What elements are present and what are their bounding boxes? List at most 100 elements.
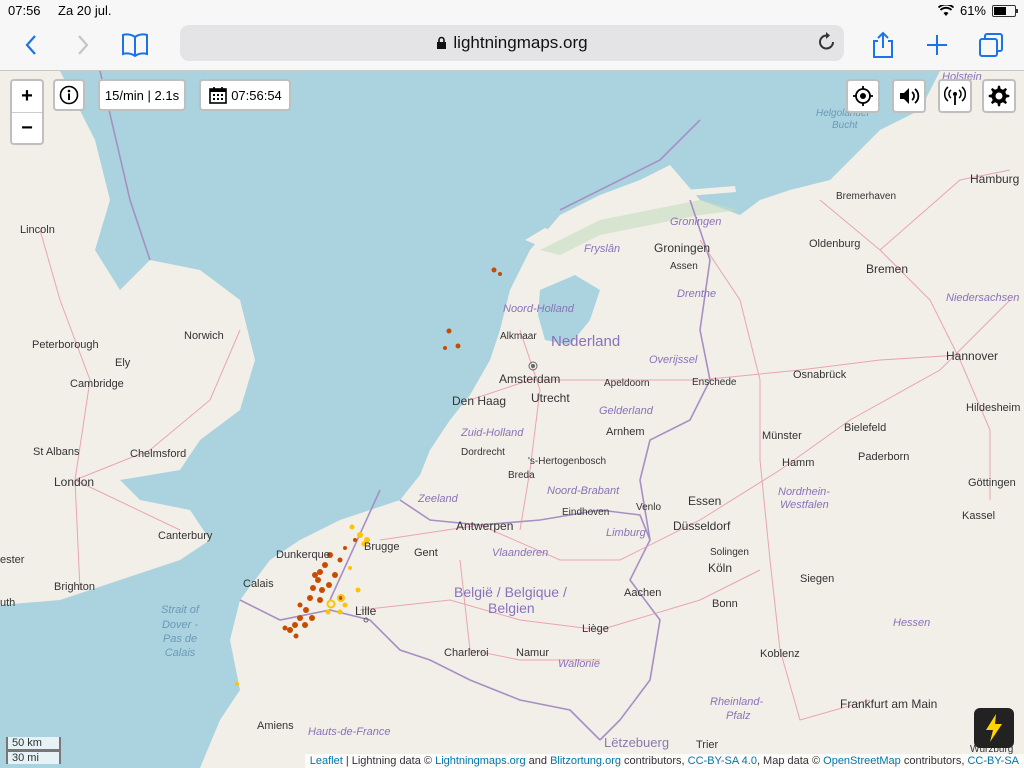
map-canvas[interactable]: Lincoln Peterborough Norwich Ely Cambrid… [0, 71, 1024, 768]
label-belgie-2: Belgien [488, 600, 535, 616]
label-oldenburg: Oldenburg [809, 238, 860, 250]
reload-icon [819, 32, 834, 50]
address-bar[interactable]: lightningmaps.org [180, 25, 844, 61]
zoom-control: + − [10, 79, 44, 145]
label-fryslan: Fryslân [584, 243, 620, 255]
blitzortung-link[interactable]: Blitzortung.org [550, 755, 621, 767]
label-antwerpen: Antwerpen [456, 519, 513, 533]
label-limburg: Limburg [606, 527, 647, 539]
label-noord-holland: Noord-Holland [503, 303, 575, 315]
label-belgie-1: België / Belgique / [454, 584, 567, 600]
stations-button[interactable] [938, 79, 972, 113]
label-nederland: Nederland [551, 333, 620, 350]
share-button[interactable] [866, 28, 900, 62]
label-aachen: Aachen [624, 587, 661, 599]
label-apeldoorn: Apeldoorn [604, 378, 650, 389]
label-zeeland: Zeeland [417, 493, 459, 505]
scale-km: 50 km [6, 737, 61, 751]
label-kassel: Kassel [962, 510, 995, 522]
label-alkmaar: Alkmaar [500, 331, 537, 342]
lightningmaps-logo[interactable] [974, 708, 1014, 748]
label-nrw-2: Westfalen [780, 499, 829, 511]
info-button[interactable] [53, 79, 85, 111]
lightning-bolt-icon [986, 714, 1002, 742]
antenna-icon [944, 86, 966, 105]
map-view[interactable]: Lincoln Peterborough Norwich Ely Cambrid… [0, 71, 1024, 768]
status-date: Za 20 jul. [58, 3, 112, 18]
chevron-right-icon [78, 35, 89, 55]
attribution-text-1: | Lightning data © [342, 755, 436, 767]
label-hessen: Hessen [893, 617, 930, 629]
label-dordrecht: Dordrecht [461, 447, 505, 458]
locate-button[interactable] [846, 79, 880, 113]
label-dunkerque: Dunkerque [276, 549, 330, 561]
cc-by-sa-4-link[interactable]: CC-BY-SA 4.0 [688, 755, 757, 767]
lightningmaps-link[interactable]: Lightningmaps.org [435, 755, 526, 767]
reload-button[interactable] [818, 31, 836, 57]
label-siegen: Siegen [800, 573, 834, 585]
label-lille: Lille [355, 604, 377, 618]
label-assen: Assen [670, 261, 698, 272]
label-hertogenbosch: 's-Hertogenbosch [528, 456, 606, 467]
gear-icon [988, 85, 1010, 107]
label-hamm: Hamm [782, 457, 814, 469]
leaflet-link[interactable]: Leaflet [310, 755, 343, 767]
attribution-text-3: contributors, [621, 755, 688, 767]
zoom-out-button[interactable]: − [12, 113, 42, 144]
zoom-in-button[interactable]: + [12, 81, 42, 113]
label-zuid-holland: Zuid-Holland [460, 427, 524, 439]
label-strait-1: Strait of [161, 604, 200, 616]
label-bremen: Bremen [866, 262, 908, 276]
scale-bar: 50 km 30 mi [6, 737, 61, 764]
label-strait-2: Dover - [162, 619, 198, 631]
rate-text: 15/min | 2.1s [104, 87, 180, 103]
label-solingen: Solingen [710, 547, 749, 558]
label-niedersachsen: Niedersachsen [946, 292, 1019, 304]
wifi-icon [937, 4, 954, 16]
sound-button[interactable] [892, 79, 926, 113]
info-icon [59, 85, 79, 105]
label-ely: Ely [115, 357, 131, 369]
label-namur: Namur [516, 647, 549, 659]
label-gelderland: Gelderland [599, 405, 654, 417]
rate-display[interactable]: 15/min | 2.1s [98, 79, 186, 111]
label-overijssel: Overijssel [649, 354, 698, 366]
label-noord-brabant: Noord-Brabant [547, 485, 620, 497]
label-cambridge: Cambridge [70, 378, 124, 390]
cc-by-sa-link[interactable]: CC-BY-SA [967, 755, 1019, 767]
battery-percent: 61% [959, 3, 986, 18]
label-rheinland-1: Rheinland- [710, 696, 764, 708]
label-canterbury: Canterbury [158, 530, 213, 542]
label-breda: Breda [508, 470, 535, 481]
forward-button[interactable] [66, 28, 100, 62]
label-munster: Münster [762, 430, 802, 442]
label-wallonie: Wallonie [558, 658, 600, 670]
label-chelmsford: Chelmsford [130, 448, 186, 460]
label-lincoln: Lincoln [20, 224, 55, 236]
label-calais: Calais [243, 578, 274, 590]
openstreetmap-link[interactable]: OpenStreetMap [823, 755, 901, 767]
back-button[interactable] [14, 28, 48, 62]
label-drenthe: Drenthe [677, 288, 716, 300]
time-display[interactable]: 07:56:54 [199, 79, 291, 111]
label-utrecht: Utrecht [531, 391, 570, 405]
chevron-left-icon [25, 35, 36, 55]
battery-icon [992, 4, 1018, 17]
label-amiens: Amiens [257, 720, 294, 732]
lock-icon [437, 36, 447, 49]
tabs-button[interactable] [974, 28, 1008, 62]
attribution-text-2: and [525, 755, 551, 767]
label-koblenz: Koblenz [760, 648, 800, 660]
label-enschede: Enschede [692, 377, 737, 388]
label-essen: Essen [688, 494, 721, 508]
label-brugge: Brugge [364, 541, 399, 553]
bookmarks-button[interactable] [118, 28, 152, 62]
label-hannover: Hannover [946, 349, 998, 363]
label-rheinland-2: Pfalz [726, 710, 751, 722]
label-frankfurt-1: Frankfurt am Main [840, 697, 937, 711]
label-amsterdam: Amsterdam [499, 372, 560, 386]
new-tab-button[interactable] [920, 28, 954, 62]
label-hildesheim: Hildesheim [966, 402, 1020, 414]
label-venlo: Venlo [636, 502, 661, 513]
settings-button[interactable] [982, 79, 1016, 113]
